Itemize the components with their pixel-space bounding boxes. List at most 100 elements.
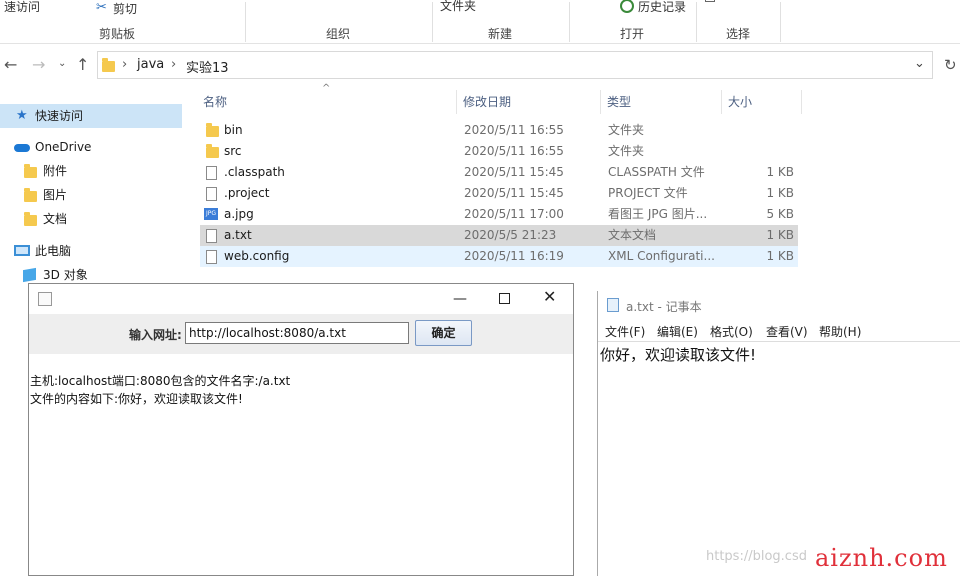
file-row[interactable]: bin 2020/5/11 16:55 文件夹 — [200, 120, 798, 141]
file-type: 文本文档 — [608, 228, 657, 242]
nav-label: 文档 — [43, 212, 68, 226]
address-dropdown-icon[interactable]: ⌄ — [914, 56, 925, 71]
menu-file[interactable]: 文件(F) — [605, 323, 645, 340]
file-row[interactable]: JPG a.jpg 2020/5/11 17:00 看图王 JPG 图片... … — [200, 204, 798, 225]
nav-pictures[interactable]: 图片 — [0, 183, 182, 207]
file-name: bin — [224, 123, 243, 137]
folder-icon — [206, 123, 219, 137]
breadcrumb-lab13[interactable]: 实验13 — [186, 57, 229, 76]
back-arrow-icon[interactable]: ← — [4, 57, 17, 73]
maximize-icon[interactable] — [499, 293, 510, 304]
file-type: PROJECT 文件 — [608, 186, 688, 200]
file-row[interactable]: src 2020/5/11 16:55 文件夹 — [200, 141, 798, 162]
folder-icon — [102, 58, 115, 72]
nav-documents[interactable]: 文档 — [0, 207, 182, 231]
notepad-icon — [607, 298, 619, 312]
cut-button[interactable]: 剪切 — [113, 0, 137, 17]
file-size: 1 KB — [766, 228, 794, 242]
url-input[interactable]: http://localhost:8080/a.txt — [185, 322, 409, 344]
computer-icon — [14, 245, 30, 256]
file-date: 2020/5/11 15:45 — [464, 165, 564, 179]
folder-icon — [24, 212, 37, 226]
file-row-hover[interactable]: web.config 2020/5/11 16:19 XML Configura… — [200, 246, 798, 267]
group-open: 打开 — [620, 27, 645, 41]
file-icon — [206, 187, 217, 201]
notepad-text-area[interactable]: 你好，欢迎读取该文件! — [598, 341, 960, 576]
group-clipboard: 剪贴板 — [99, 27, 136, 41]
breadcrumb-separator-icon: › — [171, 57, 177, 72]
java-app-icon — [38, 292, 52, 306]
forward-arrow-icon[interactable]: → — [32, 57, 45, 73]
nav-label: 快速访问 — [35, 109, 84, 123]
group-new: 新建 — [488, 27, 513, 41]
column-header-name[interactable]: 名称 — [203, 90, 227, 114]
file-content-text: 文件的内容如下:你好，欢迎读取该文件! — [30, 392, 243, 406]
site-watermark: aiznh.com — [815, 544, 948, 572]
minimize-icon[interactable]: — — [453, 292, 467, 306]
nav-this-pc[interactable]: 此电脑 — [0, 239, 182, 263]
file-row[interactable]: .classpath 2020/5/11 15:45 CLASSPATH 文件 … — [200, 162, 798, 183]
file-date: 2020/5/11 15:45 — [464, 186, 564, 200]
file-name: web.config — [224, 249, 290, 263]
file-date: 2020/5/11 17:00 — [464, 207, 564, 221]
notepad-title: a.txt - 记事本 — [626, 300, 702, 314]
jpg-icon: JPG — [204, 208, 218, 220]
menu-view[interactable]: 查看(V) — [766, 323, 808, 340]
file-name: .classpath — [224, 165, 285, 179]
file-icon — [206, 166, 217, 180]
watermark-text: https://blog.csd — [706, 549, 807, 564]
pin-icon: ★ — [16, 108, 28, 123]
file-date: 2020/5/11 16:55 — [464, 144, 564, 158]
host-info-text: 主机:localhost端口:8080包含的文件名字:/a.txt — [30, 374, 291, 388]
file-size: 1 KB — [766, 249, 794, 263]
column-header-size[interactable]: 大小 — [728, 90, 752, 114]
menu-help[interactable]: 帮助(H) — [819, 323, 861, 340]
file-row-selected[interactable]: a.txt 2020/5/5 21:23 文本文档 1 KB — [200, 225, 798, 246]
address-bar[interactable]: › java › 实验13 ⌄ — [97, 51, 933, 79]
file-row[interactable]: .project 2020/5/11 15:45 PROJECT 文件 1 KB — [200, 183, 798, 204]
breadcrumb-java[interactable]: java — [137, 57, 164, 72]
file-name: a.jpg — [224, 207, 254, 221]
nav-onedrive[interactable]: OneDrive — [0, 135, 182, 159]
column-header-date[interactable]: 修改日期 — [463, 90, 511, 114]
menu-edit[interactable]: 编辑(E) — [657, 323, 698, 340]
up-arrow-icon[interactable]: ↑ — [76, 57, 89, 73]
file-date: 2020/5/5 21:23 — [464, 228, 557, 242]
file-type: 看图王 JPG 图片... — [608, 207, 708, 221]
nav-label: 此电脑 — [35, 244, 72, 258]
ribbon: 速访问 ✂ 剪切 文件夹 历史记录 剪贴板 组织 新建 打开 选择 — [0, 0, 960, 44]
history-button[interactable]: 历史记录 — [638, 0, 686, 15]
select-icon — [705, 0, 715, 2]
breadcrumb-separator-icon: › — [122, 57, 128, 72]
file-type: 文件夹 — [608, 144, 645, 158]
nav-label: 附件 — [43, 164, 68, 178]
url-label: 输入网址: — [129, 328, 182, 342]
recent-dropdown-icon[interactable]: ⌄ — [58, 56, 66, 72]
column-header-type[interactable]: 类型 — [607, 90, 631, 114]
cube-icon — [23, 267, 36, 283]
file-date: 2020/5/11 16:55 — [464, 123, 564, 137]
folder-icon — [206, 144, 219, 158]
nav-attachments[interactable]: 附件 — [0, 159, 182, 183]
java-window-titlebar[interactable]: — ✕ — [29, 284, 573, 314]
file-name: a.txt — [224, 228, 252, 242]
file-name: src — [224, 144, 242, 158]
folder-icon — [24, 188, 37, 202]
close-icon[interactable]: ✕ — [543, 289, 556, 305]
ok-button[interactable]: 确定 — [415, 320, 472, 346]
file-size: 1 KB — [766, 186, 794, 200]
nav-label: 图片 — [43, 188, 68, 202]
nav-quick-access[interactable]: ★ 快速访问 — [0, 104, 182, 128]
group-select: 选择 — [726, 27, 751, 41]
history-icon — [620, 0, 634, 13]
notepad-content: 你好，欢迎读取该文件! — [600, 346, 757, 364]
sort-ascending-icon: ^ — [322, 83, 331, 94]
quick-access-label: 速访问 — [4, 0, 41, 14]
cloud-icon — [14, 144, 30, 152]
file-size: 1 KB — [766, 165, 794, 179]
new-folder-button[interactable]: 文件夹 — [440, 0, 476, 14]
file-size: 5 KB — [766, 207, 794, 221]
menu-format[interactable]: 格式(O) — [710, 323, 753, 340]
refresh-icon[interactable]: ↻ — [944, 57, 957, 73]
folder-icon — [24, 164, 37, 178]
